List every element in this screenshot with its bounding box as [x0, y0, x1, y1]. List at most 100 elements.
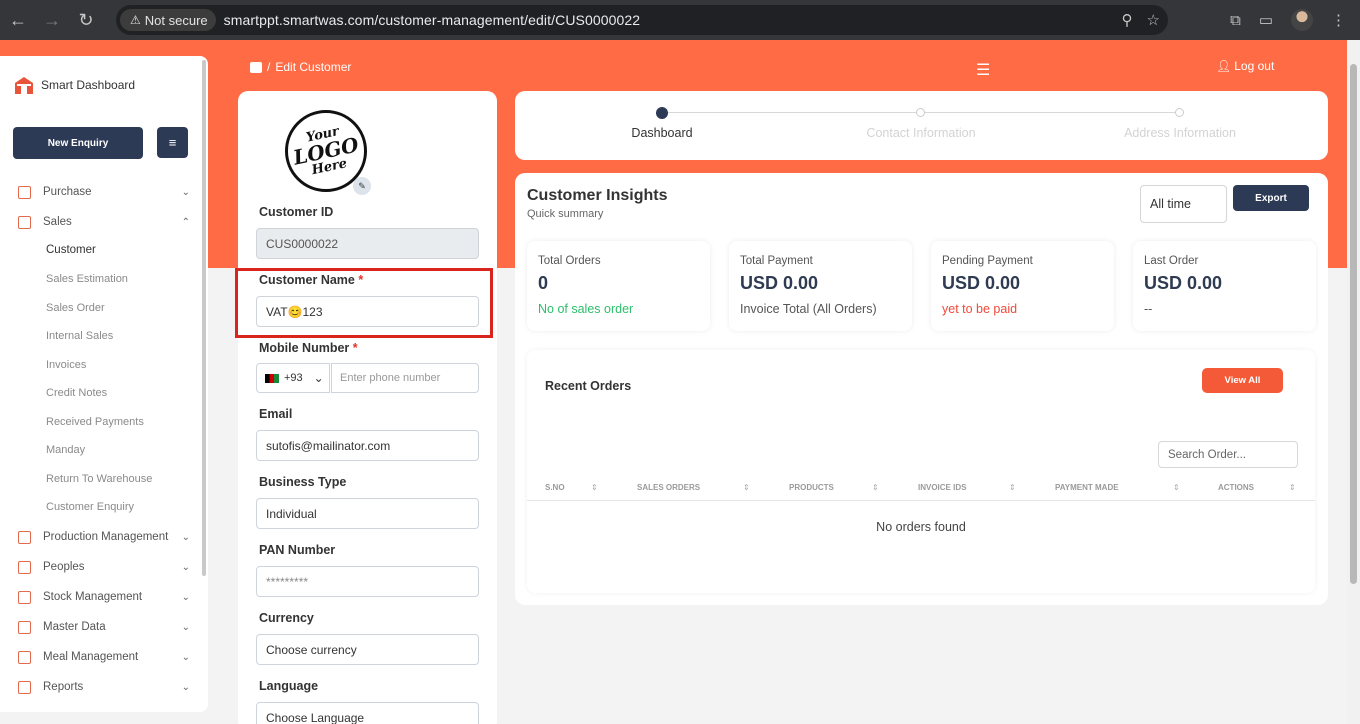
sidebar-item-production-management[interactable]: Production Management ⌄ [18, 527, 192, 547]
extensions-icon[interactable]: ⧉ [1230, 12, 1241, 29]
sidebar-sub-credit-notes[interactable]: Credit Notes [46, 387, 107, 399]
menu-toggle-button[interactable]: ≡ [157, 127, 188, 158]
country-code-select[interactable]: +93 ⌄ [256, 363, 330, 393]
view-all-button[interactable]: View All [1202, 368, 1283, 393]
bookmark-star-icon[interactable]: ☆ [1147, 11, 1160, 29]
chevron-down-icon: ⌄ [181, 621, 190, 633]
col-invoice-ids[interactable]: INVOICE IDS [918, 483, 966, 492]
pan-field[interactable]: ********* [256, 566, 479, 597]
export-button[interactable]: Export [1233, 185, 1309, 211]
sidebar-sub-return-to-warehouse[interactable]: Return To Warehouse [46, 473, 152, 485]
cart-icon [18, 185, 31, 199]
security-indicator[interactable]: ⚠ Not secure [120, 9, 216, 31]
hamburger-menu-icon[interactable]: ☰ [976, 60, 990, 80]
page-scrollbar[interactable] [1347, 40, 1360, 724]
sidebar-sub-invoices[interactable]: Invoices [46, 359, 86, 371]
sort-icon[interactable]: ⇕ [591, 483, 598, 492]
currency-select[interactable]: Choose currency [256, 634, 479, 665]
sidebar-item-label: Sales [43, 216, 72, 228]
customer-form: Your LOGO Here ✎ Customer ID CUS0000022 … [238, 91, 497, 724]
sort-icon[interactable]: ⇕ [1009, 483, 1016, 492]
app-page: Smart Dashboard New Enquiry ≡ Purchase ⌄… [0, 40, 1347, 724]
highlight-box [235, 268, 493, 338]
profile-avatar[interactable] [1291, 9, 1313, 31]
col-actions[interactable]: ACTIONS [1218, 483, 1254, 492]
step-dot-dashboard[interactable] [656, 107, 668, 119]
time-filter-select[interactable]: All time [1140, 185, 1227, 223]
logout-label: Log out [1234, 59, 1275, 73]
card-last-order: Last Order USD 0.00 -- [1133, 241, 1316, 331]
sidebar-item-label: Production Management [43, 531, 169, 543]
sidebar-item-purchase[interactable]: Purchase ⌄ [18, 182, 192, 202]
sort-icon[interactable]: ⇕ [1173, 483, 1180, 492]
mobile-label: Mobile Number * [259, 341, 358, 355]
sidebar-item-peoples[interactable]: Peoples ⌄ [18, 557, 192, 577]
step-label-address[interactable]: Address Information [1100, 126, 1260, 140]
email-label: Email [259, 407, 293, 421]
insights-title: Customer Insights [527, 187, 668, 204]
sidebar-item-label: Peoples [43, 561, 85, 573]
logout-link[interactable]: 👤︎ Log out [1216, 59, 1274, 73]
sidebar-item-reports[interactable]: Reports ⌄ [18, 677, 192, 697]
card-title: Total Orders [538, 255, 601, 267]
sort-icon[interactable]: ⇕ [872, 483, 879, 492]
sidebar-sub-internal-sales[interactable]: Internal Sales [46, 330, 113, 342]
chevron-down-icon: ⌄ [181, 681, 190, 693]
database-icon [18, 620, 31, 634]
sidebar-item-stock-management[interactable]: Stock Management ⌄ [18, 587, 192, 607]
sidebar-sub-sales-estimation[interactable]: Sales Estimation [46, 273, 128, 285]
back-icon[interactable]: ← [2, 4, 34, 36]
chevron-down-icon: ⌄ [181, 591, 190, 603]
sidebar-scrollbar[interactable] [202, 60, 206, 576]
language-select[interactable]: Choose Language [256, 702, 479, 724]
browser-toolbar: ← → ↻ ⚠ Not secure smartppt.smartwas.com… [0, 0, 1360, 40]
step-label-contact[interactable]: Contact Information [841, 126, 1001, 140]
col-sales-orders[interactable]: SALES ORDERS [637, 483, 700, 492]
col-products[interactable]: PRODUCTS [789, 483, 834, 492]
card-note: -- [1144, 302, 1153, 316]
meal-icon [18, 650, 31, 664]
email-field[interactable]: sutofis@mailinator.com [256, 430, 479, 461]
sidebar-sub-manday[interactable]: Manday [46, 444, 85, 456]
browser-menu-icon[interactable]: ⋮ [1331, 11, 1346, 29]
sidebar-sub-customer-enquiry[interactable]: Customer Enquiry [46, 501, 134, 513]
forward-icon[interactable]: → [36, 4, 68, 36]
sidebar-sub-customer[interactable]: Customer [46, 244, 96, 256]
chevron-down-icon: ⌄ [181, 561, 190, 573]
cast-icon[interactable]: ▭ [1259, 11, 1273, 29]
phone-input[interactable]: Enter phone number [331, 363, 479, 393]
step-label-dashboard[interactable]: Dashboard [582, 126, 742, 140]
card-value: USD 0.00 [740, 273, 819, 293]
address-bar[interactable]: ⚠ Not secure smartppt.smartwas.com/custo… [116, 5, 1168, 35]
people-icon [18, 560, 31, 574]
col-payment-made[interactable]: PAYMENT MADE [1055, 483, 1119, 492]
home-icon[interactable] [250, 61, 262, 73]
card-pending-payment: Pending Payment USD 0.00 yet to be paid [931, 241, 1114, 331]
sidebar-item-label: Reports [43, 681, 84, 693]
sort-icon[interactable]: ⇕ [743, 483, 750, 492]
scrollbar-thumb[interactable] [1350, 64, 1357, 584]
col-sno[interactable]: S.NO [545, 483, 565, 492]
brand[interactable]: Smart Dashboard [13, 74, 135, 96]
zoom-icon[interactable]: ⚲ [1122, 11, 1133, 29]
step-dot-contact[interactable] [916, 108, 925, 117]
sidebar-item-sales[interactable]: Sales ⌃ [18, 212, 192, 232]
empty-state: No orders found [876, 520, 966, 534]
sidebar-item-meal-management[interactable]: Meal Management ⌄ [18, 647, 192, 667]
reload-icon[interactable]: ↻ [70, 4, 102, 36]
reports-icon [18, 680, 31, 694]
new-enquiry-button[interactable]: New Enquiry [13, 127, 143, 159]
step-dot-address[interactable] [1175, 108, 1184, 117]
sidebar-sub-received-payments[interactable]: Received Payments [46, 416, 144, 428]
search-order-input[interactable]: Search Order... [1158, 441, 1298, 468]
currency-label: Currency [259, 611, 314, 625]
edit-logo-icon[interactable]: ✎ [353, 177, 371, 195]
sidebar-sub-sales-order[interactable]: Sales Order [46, 302, 105, 314]
insights-subtitle: Quick summary [527, 208, 604, 220]
url-text[interactable]: smartppt.smartwas.com/customer-managemen… [224, 12, 641, 28]
sort-icon[interactable]: ⇕ [1289, 483, 1296, 492]
customer-id-field: CUS0000022 [256, 228, 479, 259]
business-type-select[interactable]: Individual [256, 498, 479, 529]
sidebar-item-master-data[interactable]: Master Data ⌄ [18, 617, 192, 637]
chevron-down-icon: ⌄ [181, 531, 190, 543]
